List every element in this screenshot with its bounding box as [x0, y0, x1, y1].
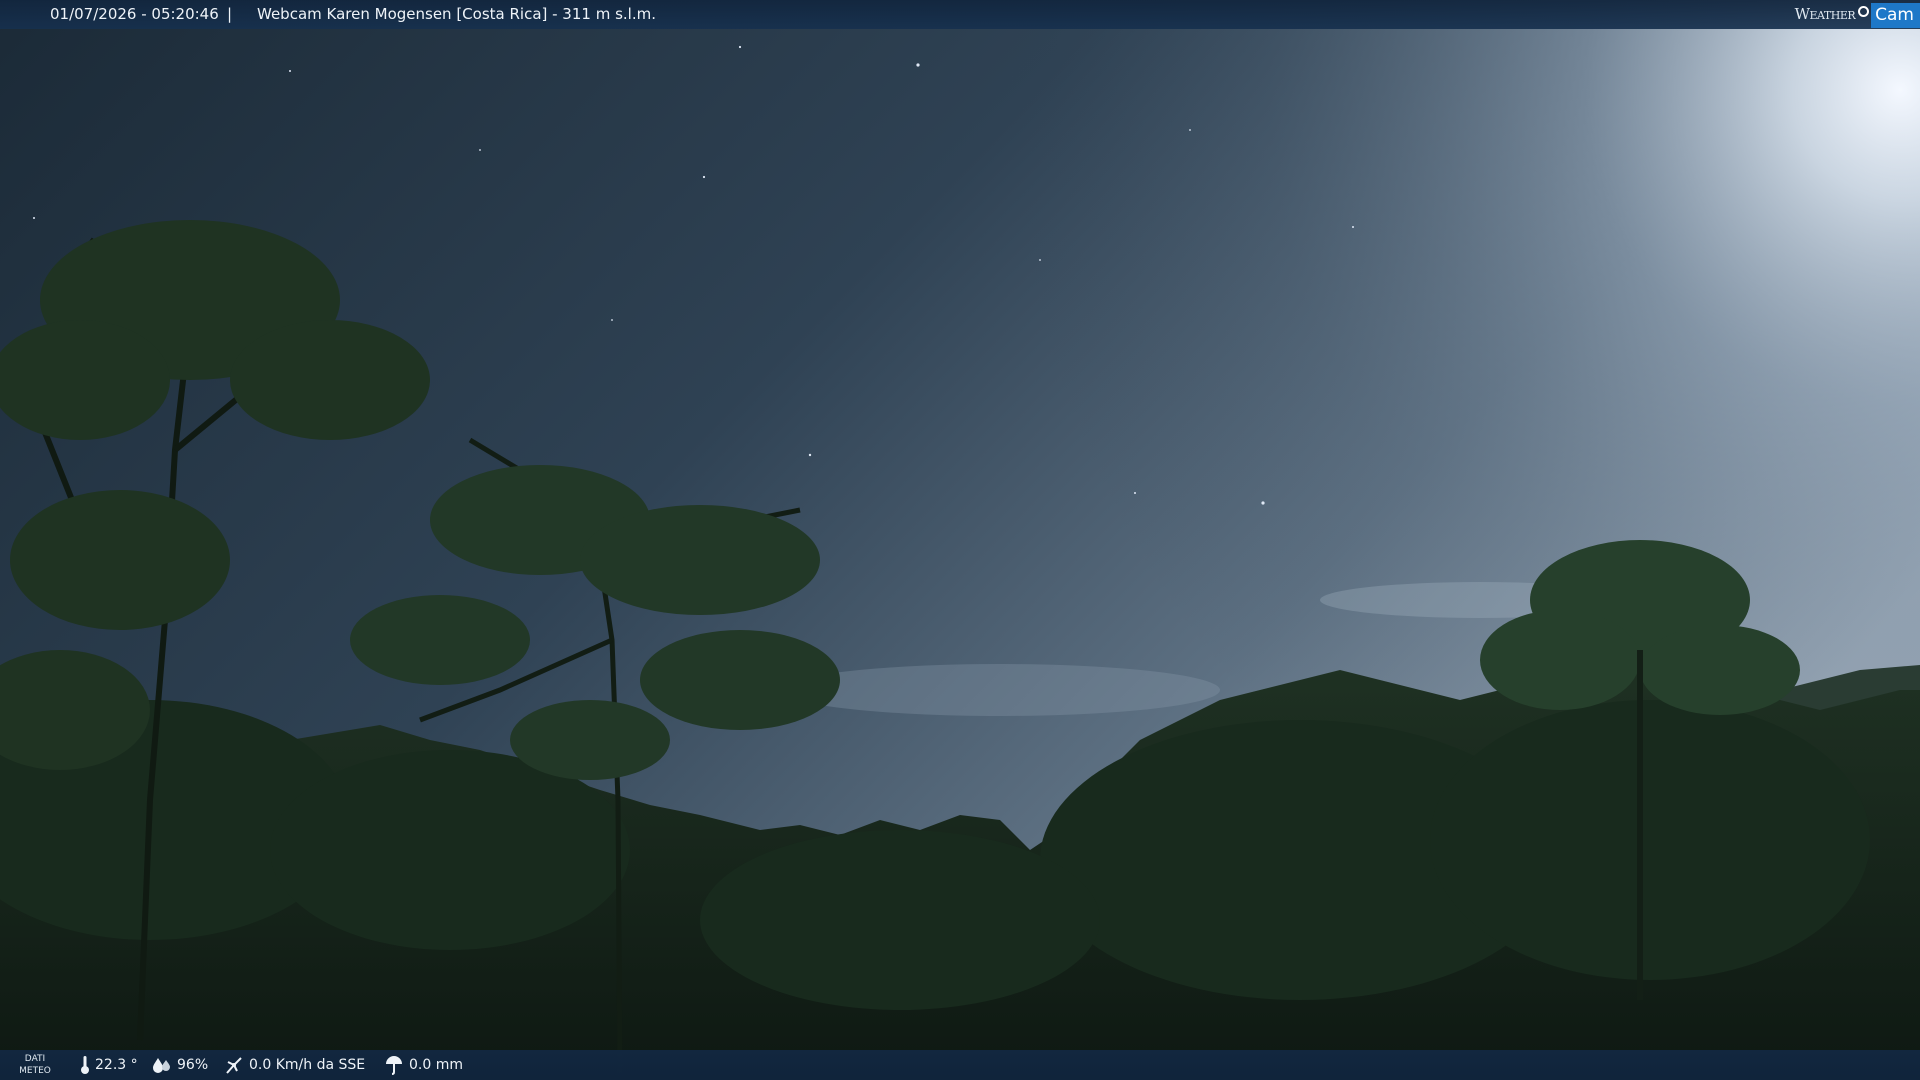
camera-title: Webcam Karen Mogensen [Costa Rica] - 311… [257, 5, 656, 23]
dati-label-line1: DATI [24, 1054, 46, 1064]
weather-data-bar: DATI METEO 22.3 ° 96% 0.0 Km/h da SSE 0.… [0, 1050, 1920, 1080]
webcam-image [0, 0, 1920, 1080]
humidity-reading: 96% [152, 1050, 208, 1080]
temperature-reading: 22.3 ° [80, 1050, 138, 1080]
webcam-frame: 01/07/2026 - 05:20:46 | Webcam Karen Mog… [0, 0, 1920, 1080]
logo-cam-text: Cam [1871, 3, 1920, 28]
wind-reading: 0.0 Km/h da SSE [224, 1050, 365, 1080]
wind-value: 0.0 Km/h da SSE [249, 1057, 366, 1073]
rain-gauge-icon [386, 1056, 402, 1075]
dati-label-line2: METEO [19, 1066, 51, 1076]
timestamp: 01/07/2026 - 05:20:46 [50, 5, 219, 23]
humidity-value: 96% [177, 1057, 209, 1073]
rain-value: 0.0 mm [409, 1057, 463, 1073]
top-info-bar: 01/07/2026 - 05:20:46 | Webcam Karen Mog… [0, 0, 1920, 29]
temperature-value: 22.3 ° [95, 1057, 138, 1073]
thermometer-icon [81, 1056, 89, 1074]
rain-reading: 0.0 mm [384, 1050, 463, 1080]
wind-icon [226, 1057, 242, 1074]
humidity-icon [153, 1058, 170, 1073]
logo-weather-text: Weather [1794, 5, 1856, 23]
logo-dot-icon [1858, 6, 1870, 17]
weathercam-logo: Weather Cam [1795, 0, 1920, 29]
dati-meteo-label: DATI METEO [18, 1053, 52, 1077]
separator: | [227, 5, 233, 23]
